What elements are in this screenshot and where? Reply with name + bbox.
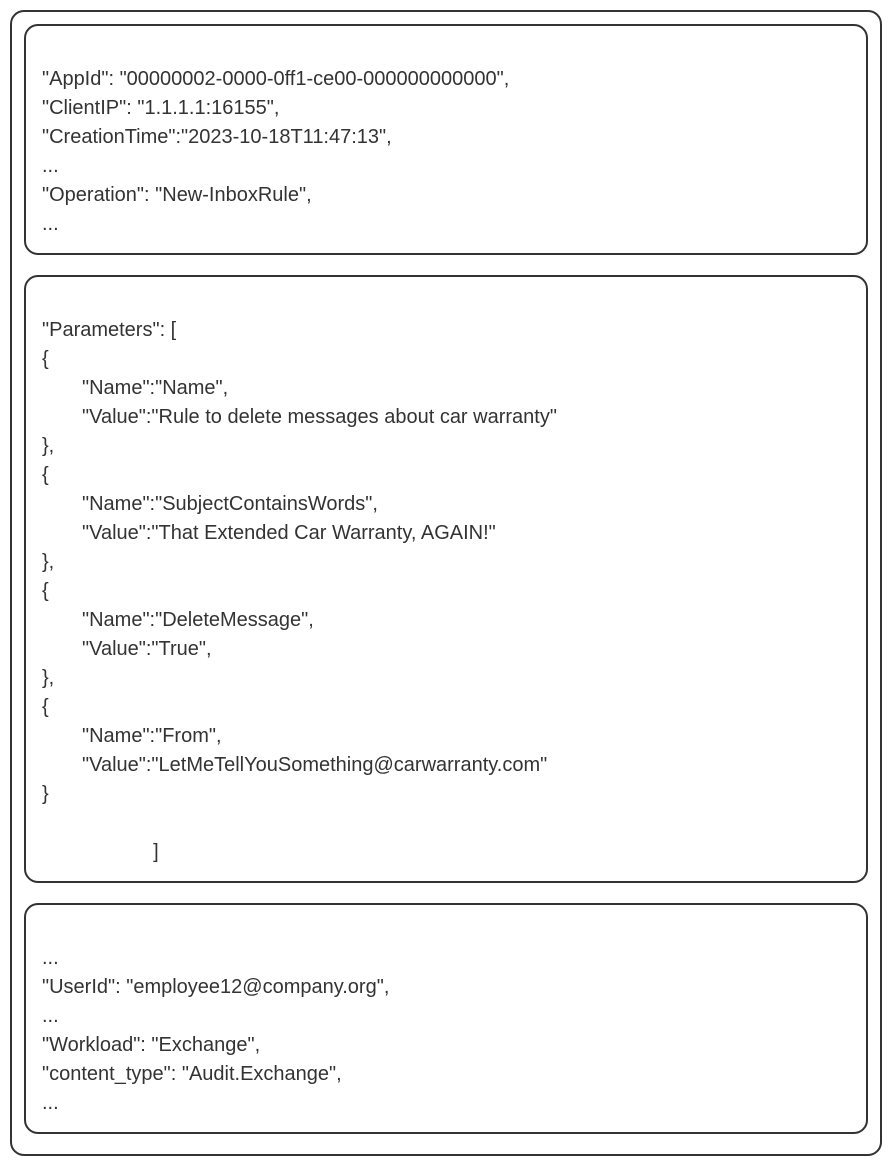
log-line: "Name":"From", <box>42 722 850 751</box>
log-block-header: "AppId": "00000002-0000-0ff1-ce00-000000… <box>24 24 868 255</box>
log-line: "UserId": "employee12@company.org", <box>42 976 389 998</box>
log-line: "Name":"SubjectContainsWords", <box>42 490 850 519</box>
log-line: { <box>42 348 49 370</box>
log-line: { <box>42 464 49 486</box>
log-line: "Operation": "New-InboxRule", <box>42 184 312 206</box>
log-line: "Parameters": [ <box>42 319 176 341</box>
log-line: }, <box>42 667 54 689</box>
log-line: } <box>42 783 49 805</box>
log-line: "Value":"That Extended Car Warranty, AGA… <box>42 519 850 548</box>
log-line: "CreationTime":"2023-10-18T11:47:13", <box>42 126 392 148</box>
log-block-parameters: "Parameters": [ { "Name":"Name","Value":… <box>24 275 868 883</box>
log-line: ... <box>42 155 59 177</box>
log-line: ... <box>42 947 59 969</box>
log-line: "Name":"DeleteMessage", <box>42 606 850 635</box>
log-line: "Value":"LetMeTellYouSomething@carwarran… <box>42 751 850 780</box>
log-line: "Workload": "Exchange", <box>42 1034 260 1056</box>
log-container: "AppId": "00000002-0000-0ff1-ce00-000000… <box>10 10 882 1156</box>
log-line: "content_type": "Audit.Exchange", <box>42 1063 342 1085</box>
log-line: ... <box>42 1005 59 1027</box>
log-line: "ClientIP": "1.1.1.1:16155", <box>42 97 279 119</box>
log-line: ] <box>42 841 159 863</box>
log-line: ... <box>42 1092 59 1114</box>
log-line: { <box>42 580 49 602</box>
log-line: { <box>42 696 49 718</box>
log-line: "Value":"Rule to delete messages about c… <box>42 403 850 432</box>
log-line: "Value":"True", <box>42 635 850 664</box>
log-line: }, <box>42 551 54 573</box>
log-line: "AppId": "00000002-0000-0ff1-ce00-000000… <box>42 68 509 90</box>
log-line: }, <box>42 435 54 457</box>
log-block-footer: ... "UserId": "employee12@company.org", … <box>24 903 868 1134</box>
log-line: "Name":"Name", <box>42 374 850 403</box>
log-line: ... <box>42 213 59 235</box>
